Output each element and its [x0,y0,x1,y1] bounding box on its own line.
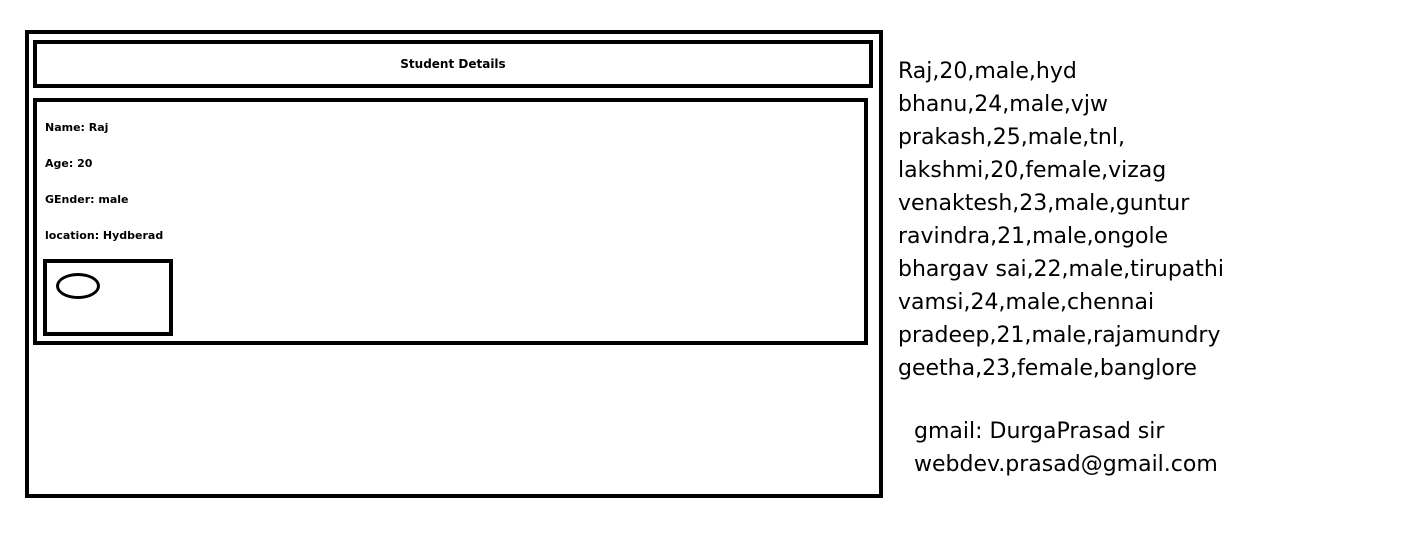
record-line: bhargav sai,22,male,tirupathi [898,257,1224,282]
student-gender: GEnder: male [45,193,129,206]
page-header: Student Details [33,40,873,88]
contact-email: webdev.prasad@gmail.com [914,452,1218,477]
student-age: Age: 20 [45,157,93,170]
record-line: bhanu,24,male,vjw [898,92,1108,117]
student-location: location: Hydberad [45,229,164,242]
record-line: lakshmi,20,female,vizag [898,158,1167,183]
contact-name: gmail: DurgaPrasad sir [914,419,1165,444]
record-line: vamsi,24,male,chennai [898,290,1155,315]
student-name: Name: Raj [45,121,109,134]
record-line: Raj,20,male,hyd [898,59,1077,84]
student-photo-box [43,259,173,336]
page-title: Student Details [400,57,506,71]
photo-placeholder-icon [56,273,100,299]
record-line: pradeep,21,male,rajamundry [898,323,1221,348]
record-line: venaktesh,23,male,guntur [898,191,1190,216]
record-line: prakash,25,male,tnl, [898,125,1125,150]
record-line: geetha,23,female,banglore [898,356,1197,381]
student-records-list: Raj,20,male,hyd bhanu,24,male,vjw prakas… [898,55,1224,385]
contact-info: gmail: DurgaPrasad sir webdev.prasad@gma… [914,415,1218,481]
record-line: ravindra,21,male,ongole [898,224,1169,249]
